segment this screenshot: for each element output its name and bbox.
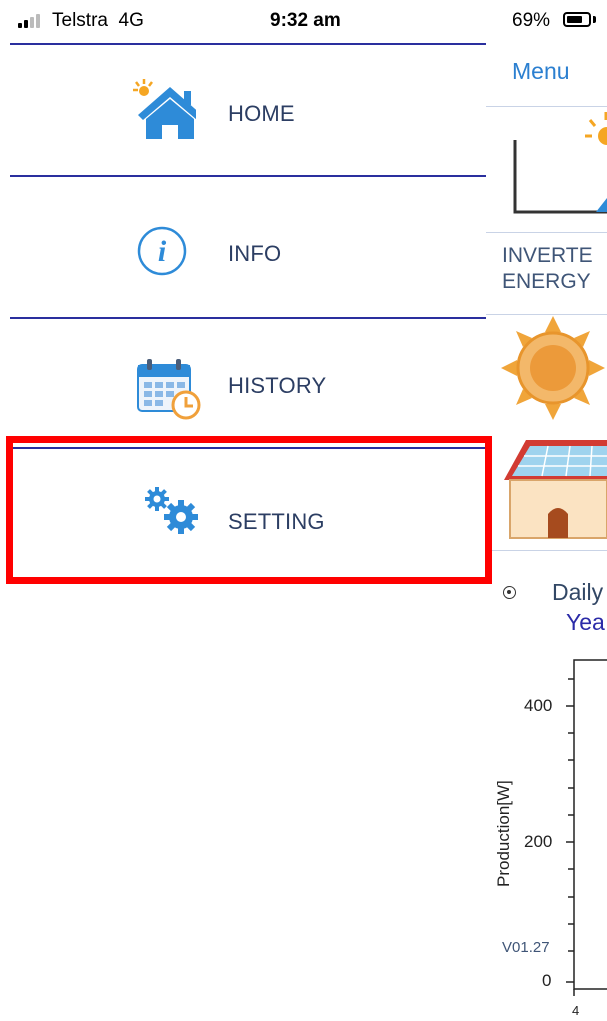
y-tick-label: 200 xyxy=(524,832,553,851)
y-tick-label: 0 xyxy=(542,971,552,990)
y-tick-label: 400 xyxy=(524,696,553,715)
calendar-clock-icon xyxy=(137,359,201,420)
battery-tip xyxy=(593,16,596,23)
menu-item-label: INFO xyxy=(228,241,282,266)
x-tick-label: 4 xyxy=(572,1003,580,1018)
menu-item-home[interactable]: HOME xyxy=(10,45,486,175)
battery-icon xyxy=(563,12,591,27)
svg-text:i: i xyxy=(158,235,167,268)
menu-item-label: HOME xyxy=(228,101,295,126)
y-axis-label: Production[W] xyxy=(494,780,513,887)
battery-percent: 69% xyxy=(512,10,551,31)
menu-item-label: HISTORY xyxy=(228,373,327,398)
background-app: Menu INVERTE ENERGY Daily Yea 400 200 0 … xyxy=(486,44,607,1021)
menu-item-history[interactable]: HISTORY xyxy=(10,319,486,447)
side-menu: HOME i INFO HISTORY SETTING xyxy=(0,0,492,1021)
menu-item-info[interactable]: i INFO xyxy=(10,177,486,317)
version-label: V01.27 xyxy=(502,939,550,956)
info-icon: i xyxy=(137,226,187,276)
home-icon xyxy=(133,79,196,139)
selection-highlight xyxy=(6,436,492,584)
